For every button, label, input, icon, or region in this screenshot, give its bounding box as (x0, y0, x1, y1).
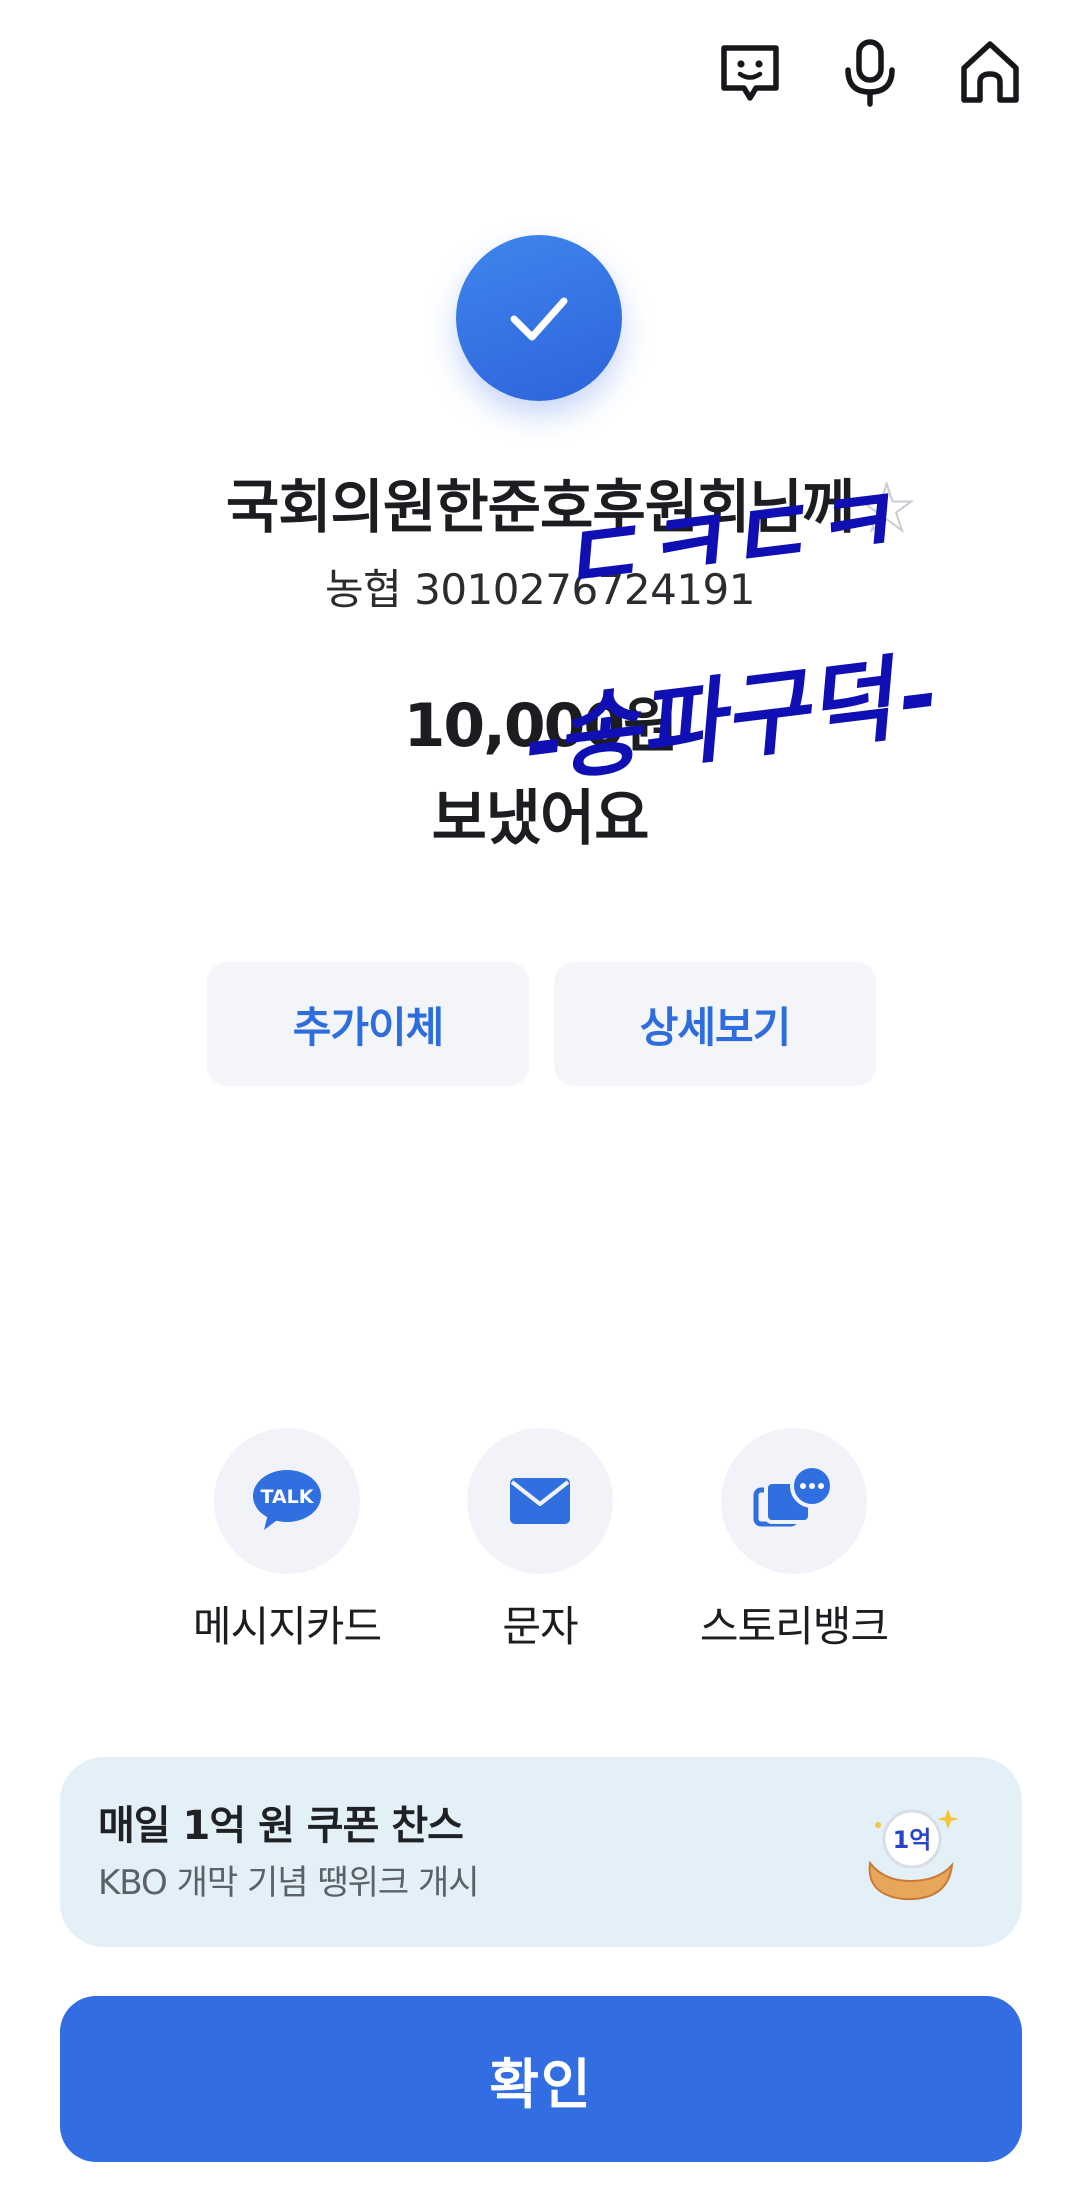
kakaotalk-badge: TALK (260, 1486, 314, 1508)
mail-icon (510, 1478, 570, 1524)
share-sms[interactable]: 문자 (430, 1428, 650, 1668)
recipient-name: 국회의원한준호후원회님께 (225, 473, 855, 541)
share-storybank-circle[interactable] (721, 1428, 867, 1574)
transfer-amount: 10,000원 (403, 691, 679, 761)
share-storybank[interactable]: 스토리뱅크 (684, 1428, 904, 1668)
view-details-button[interactable]: 상세보기 (554, 962, 876, 1086)
confirm-button[interactable]: 확인 (60, 1996, 1022, 2162)
additional-transfer-button[interactable]: 추가이체 (207, 962, 529, 1086)
success-check-badge (456, 235, 622, 401)
kakaotalk-icon: TALK (253, 1470, 321, 1530)
share-sms-circle[interactable] (467, 1428, 613, 1574)
coupon-pouch-icon: 1억 (868, 1809, 959, 1901)
promo-subtitle: KBO 개막 기념 땡위크 개시 (98, 1863, 480, 1903)
microphone-icon[interactable] (832, 34, 908, 110)
promo-banner[interactable]: 매일 1억 원 쿠폰 찬스 KBO 개막 기념 땡위크 개시 1억 (60, 1757, 1022, 1947)
share-storybank-label: 스토리뱅크 (699, 1602, 889, 1651)
account-number: 농협 3010276724191 (324, 565, 756, 614)
sent-message: 보냈어요 (431, 784, 650, 854)
check-icon (510, 297, 568, 341)
share-message-card[interactable]: TALK 메시지카드 (177, 1428, 397, 1668)
share-message-card-circle[interactable]: TALK (214, 1428, 360, 1574)
promo-title: 매일 1억 원 쿠폰 찬스 (98, 1803, 464, 1849)
chat-face-icon[interactable] (712, 34, 788, 110)
storybank-icon (753, 1464, 834, 1527)
home-icon[interactable] (952, 34, 1028, 110)
promo-badge: 1억 (893, 1826, 932, 1854)
